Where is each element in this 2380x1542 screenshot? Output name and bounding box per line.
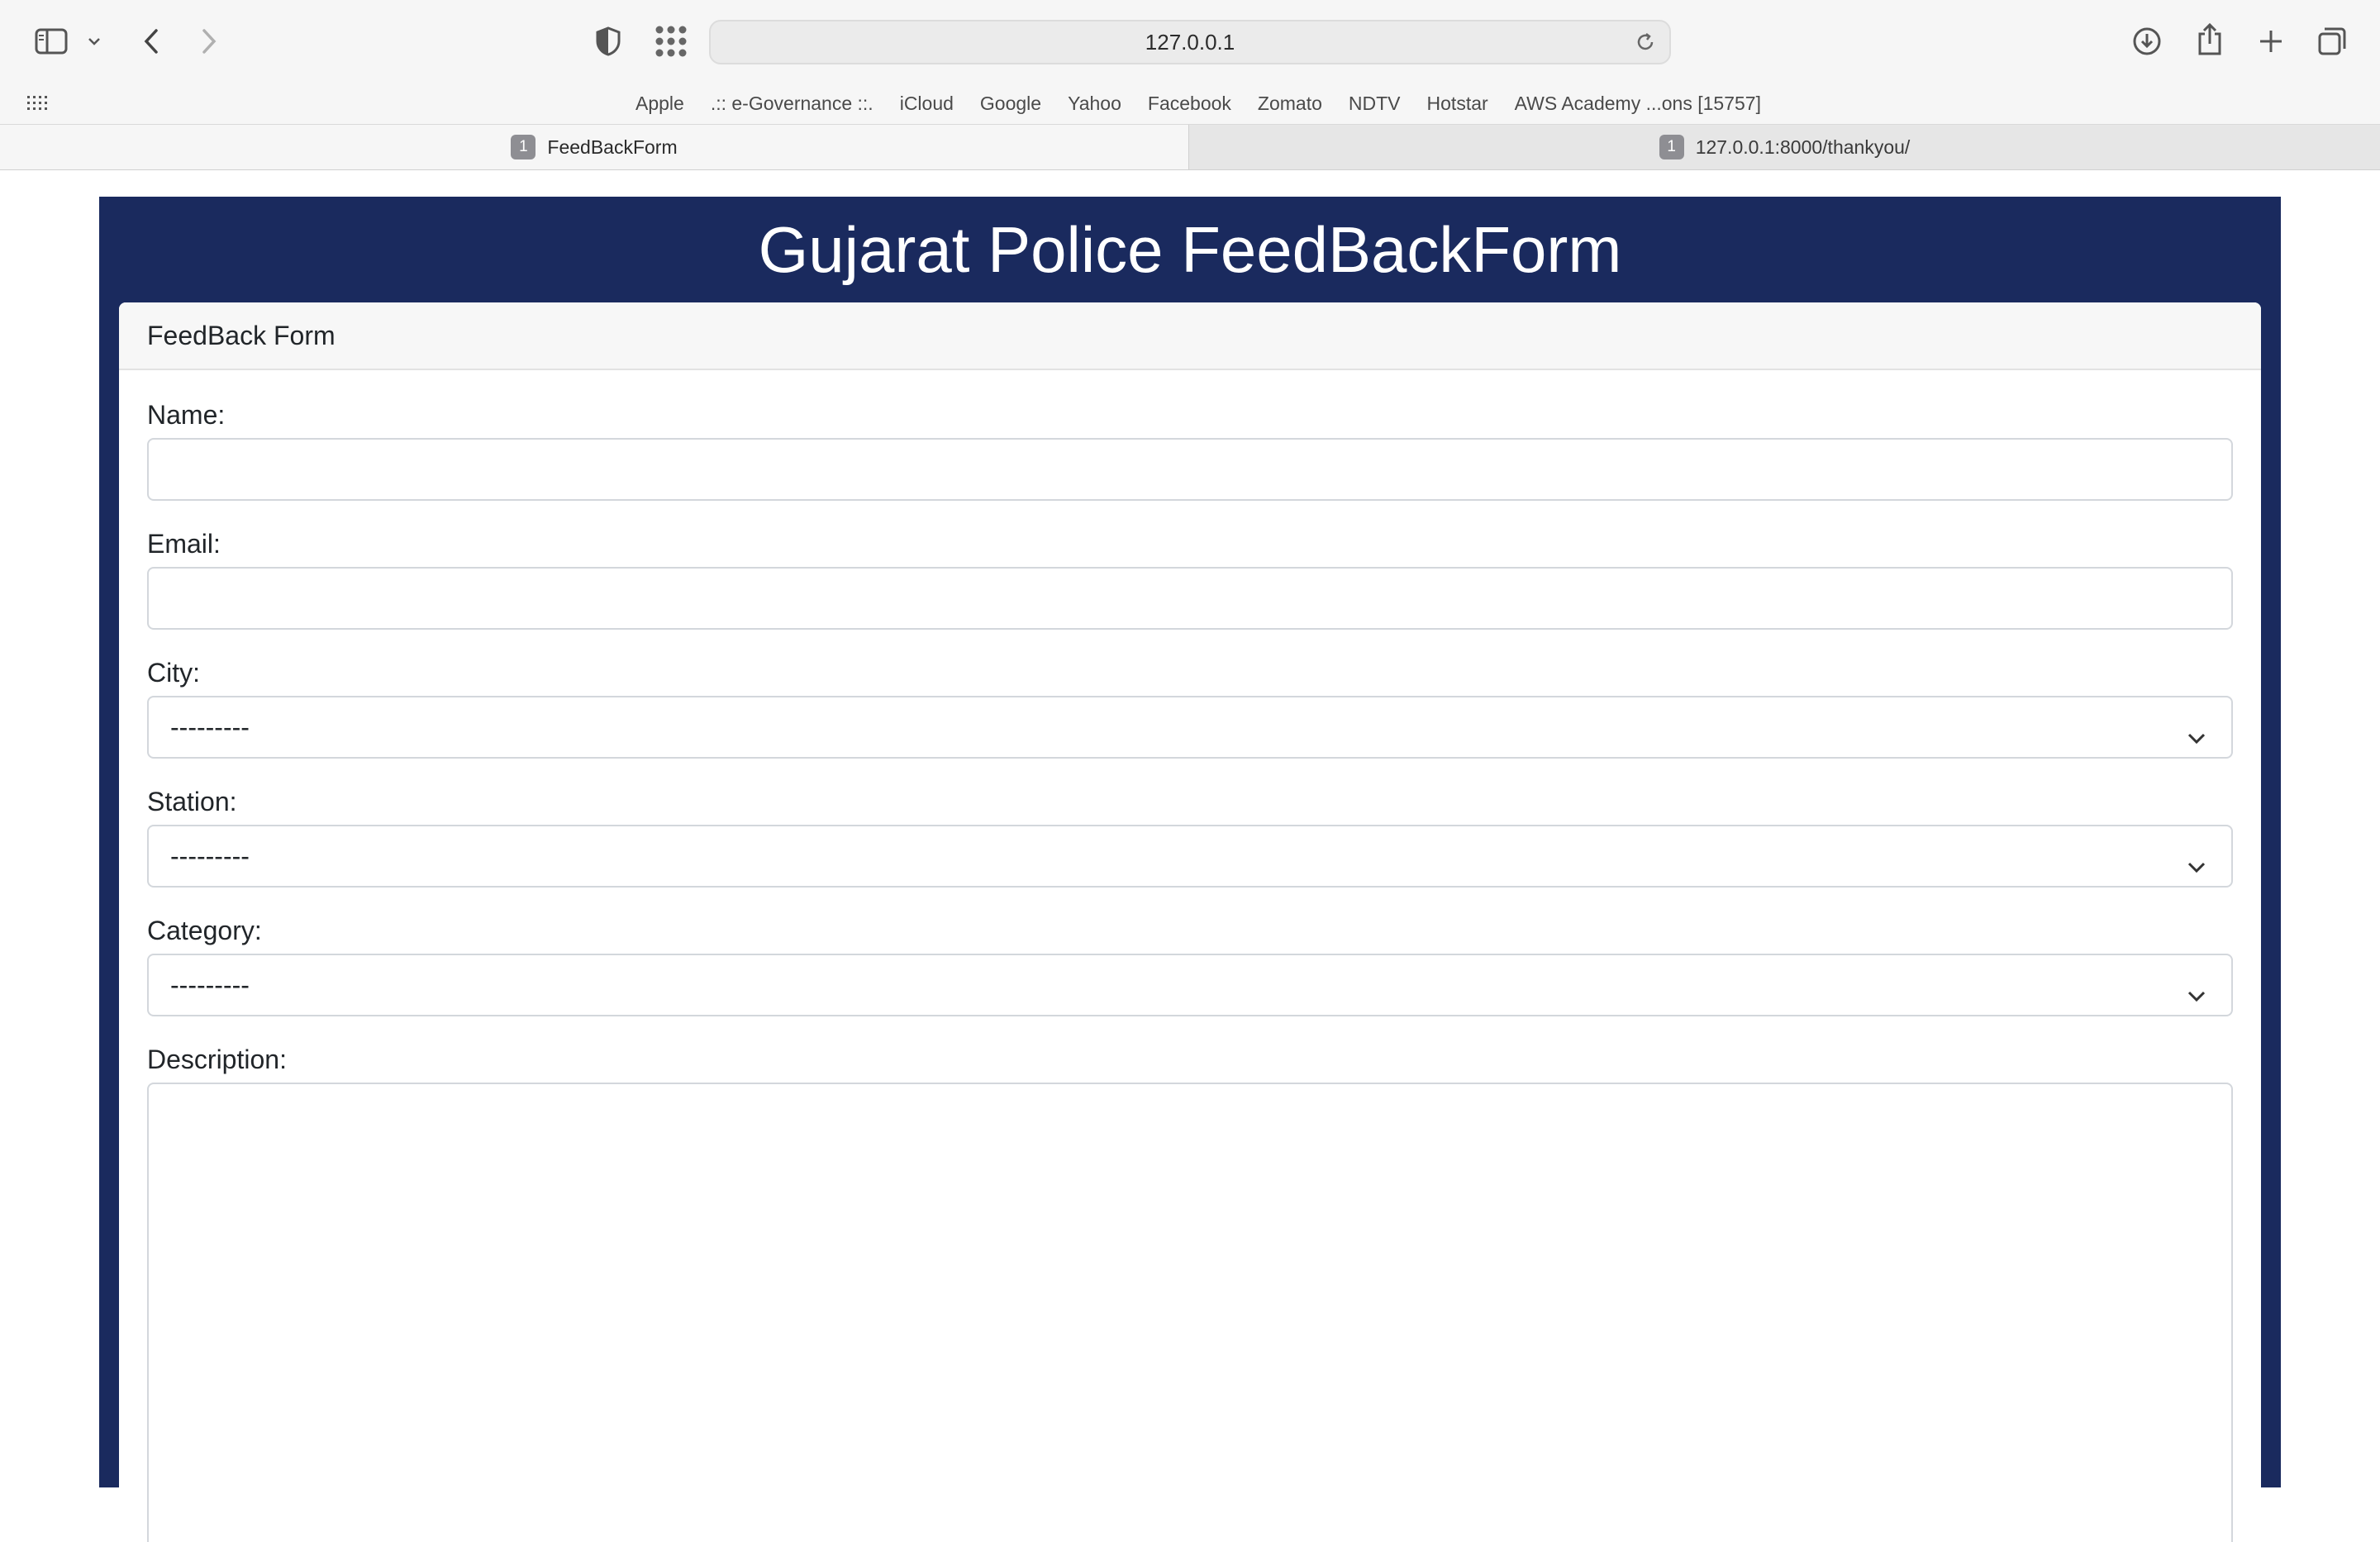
chevron-down-icon — [2187, 721, 2206, 751]
favorites-bar: Apple .:: e-Governance ::. iCloud Google… — [0, 83, 2380, 124]
city-select[interactable]: --------- — [147, 696, 2233, 759]
tab-feedbackform[interactable]: 1 FeedBackForm — [0, 125, 1188, 169]
category-label: Category: — [147, 916, 262, 945]
station-label: Station: — [147, 787, 237, 816]
favorite-egovernance[interactable]: .:: e-Governance ::. — [711, 93, 873, 115]
description-textarea[interactable] — [147, 1083, 2233, 1542]
station-selected-value: --------- — [170, 840, 250, 871]
favorite-yahoo[interactable]: Yahoo — [1068, 93, 1121, 115]
back-icon[interactable] — [139, 25, 164, 58]
category-select[interactable]: --------- — [147, 954, 2233, 1016]
favorite-hotstar[interactable]: Hotstar — [1427, 93, 1488, 115]
email-input[interactable] — [147, 567, 2233, 630]
tab-label: 127.0.0.1:8000/thankyou/ — [1695, 136, 1911, 158]
tab-label: FeedBackForm — [547, 136, 678, 158]
description-label: Description: — [147, 1045, 287, 1074]
tab-badge: 1 — [1659, 135, 1684, 159]
city-label: City: — [147, 658, 200, 688]
favorite-ndtv[interactable]: NDTV — [1349, 93, 1401, 115]
chevron-down-icon — [2187, 978, 2206, 1009]
feedback-card: FeedBack Form Name: Email: City: -------… — [119, 302, 2261, 1542]
page-container: Gujarat Police FeedBackForm FeedBack For… — [99, 197, 2281, 1542]
chevron-down-icon — [2187, 850, 2206, 880]
chevron-down-icon[interactable] — [86, 33, 102, 50]
tab-overview-icon[interactable] — [2316, 25, 2349, 58]
browser-toolbar: 127.0.0.1 — [0, 0, 2380, 83]
reload-icon[interactable] — [1635, 31, 1656, 59]
favorite-apple[interactable]: Apple — [635, 93, 684, 115]
grid-apps-icon[interactable] — [653, 23, 689, 59]
email-label: Email: — [147, 529, 221, 559]
new-tab-icon[interactable] — [2254, 25, 2287, 58]
name-input[interactable] — [147, 438, 2233, 501]
sidebar-toggle-icon[interactable] — [33, 25, 69, 58]
tab-bar: 1 FeedBackForm 1 127.0.0.1:8000/thankyou… — [0, 124, 2380, 170]
address-text: 127.0.0.1 — [1145, 29, 1235, 55]
privacy-shield-icon[interactable] — [593, 25, 623, 58]
favorite-google[interactable]: Google — [980, 93, 1041, 115]
favorite-aws-academy[interactable]: AWS Academy ...ons [15757] — [1515, 93, 1761, 115]
city-selected-value: --------- — [170, 712, 250, 742]
station-select[interactable]: --------- — [147, 825, 2233, 888]
favorite-zomato[interactable]: Zomato — [1258, 93, 1322, 115]
name-label: Name: — [147, 400, 226, 430]
page-title: Gujarat Police FeedBackForm — [758, 212, 1622, 286]
category-selected-value: --------- — [170, 969, 250, 1000]
tab-badge: 1 — [511, 135, 536, 159]
downloads-icon[interactable] — [2130, 25, 2163, 58]
card-header: FeedBack Form — [119, 302, 2261, 370]
favorite-facebook[interactable]: Facebook — [1148, 93, 1231, 115]
tab-thankyou[interactable]: 1 127.0.0.1:8000/thankyou/ — [1188, 125, 2380, 169]
share-icon[interactable] — [2193, 21, 2226, 58]
favorite-icloud[interactable]: iCloud — [900, 93, 954, 115]
card-header-title: FeedBack Form — [147, 320, 336, 350]
forward-icon[interactable] — [197, 25, 221, 58]
address-bar[interactable]: 127.0.0.1 — [709, 20, 1671, 64]
